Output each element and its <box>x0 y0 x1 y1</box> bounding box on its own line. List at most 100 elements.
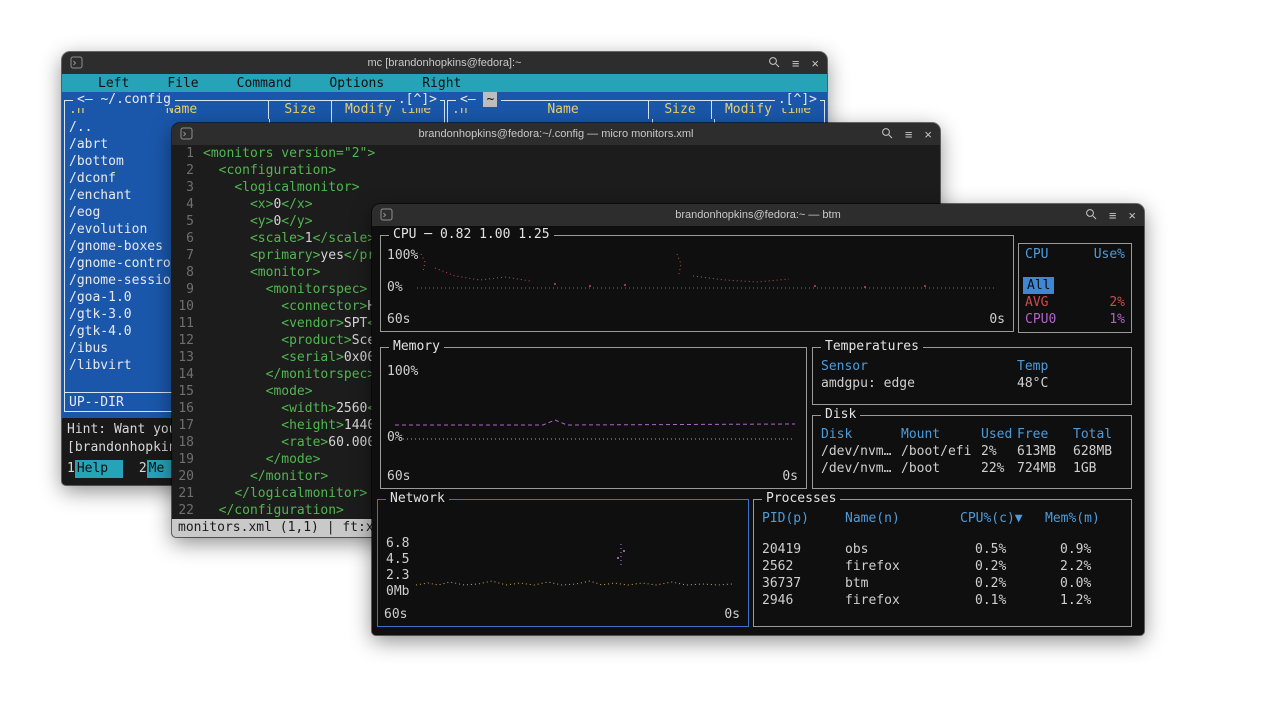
temperature-rows: amdgpu: edge48°C <box>813 375 1131 392</box>
line-number: 11 <box>172 315 194 332</box>
fkey-number: 1 <box>67 460 75 478</box>
cpu-legend-rows: AllAVG2%CPU01% <box>1019 277 1131 328</box>
column-header[interactable]: Total <box>1073 426 1123 443</box>
line-number: 3 <box>172 179 194 196</box>
line-number: 1 <box>172 145 194 162</box>
mc-titlebar[interactable]: mc [brandonhopkins@fedora]:~ ≡ × <box>62 52 827 74</box>
column-header[interactable]: Name(n) <box>845 510 960 527</box>
line-number: 18 <box>172 434 194 451</box>
axis-label: 0s <box>989 312 1005 327</box>
right-panel-corner[interactable]: .[^]> <box>775 92 820 108</box>
menu-item-command[interactable]: Command <box>237 76 292 91</box>
network-graph <box>382 506 740 598</box>
column-header[interactable]: CPU%(c)▼ <box>960 510 1045 527</box>
right-panel-columns: .n Name Size Modify time <box>448 101 824 119</box>
line-number: 8 <box>172 264 194 281</box>
column-header[interactable]: Free <box>1017 426 1073 443</box>
menu-item-left[interactable]: Left <box>98 76 129 91</box>
line-number: 15 <box>172 383 194 400</box>
menu-icon[interactable]: ≡ <box>905 128 913 141</box>
cpu-widget[interactable]: CPU ─ 0.82 1.00 1.25 100% 0% 60s 0s <box>380 235 1014 332</box>
line-number: 14 <box>172 366 194 383</box>
cpu-legend-row[interactable]: AVG2% <box>1019 294 1131 311</box>
menu-icon[interactable]: ≡ <box>1109 209 1117 222</box>
search-icon[interactable] <box>881 127 893 142</box>
process-row[interactable]: 2946firefox0.1%1.2% <box>754 592 1131 609</box>
disk-row[interactable]: /dev/nvm…/boot/efi2%613MB628MB <box>813 443 1131 460</box>
processes-header: PID(p)Name(n)CPU%(c)▼Mem%(m) <box>754 510 1131 527</box>
btm-titlebar[interactable]: brandonhopkins@fedora:~ — btm ≡ × <box>372 204 1144 226</box>
temperatures-header: Sensor Temp <box>813 358 1131 375</box>
search-icon[interactable] <box>1085 208 1097 223</box>
memory-title: Memory <box>389 339 444 355</box>
left-panel-path[interactable]: <— ~/.config <box>73 92 175 108</box>
active-path: ~ <box>483 92 497 107</box>
code-line[interactable]: 3 <logicalmonitor> <box>172 179 940 196</box>
cpu-legend-header: CPU Use% <box>1019 246 1131 263</box>
line-number: 16 <box>172 400 194 417</box>
process-row[interactable]: 2562firefox0.2%2.2% <box>754 558 1131 575</box>
column-header[interactable]: Mem%(m) <box>1045 510 1123 527</box>
menu-item-options[interactable]: Options <box>329 76 384 91</box>
disk-title: Disk <box>821 407 860 423</box>
disk-rows: /dev/nvm…/boot/efi2%613MB628MB/dev/nvm…/… <box>813 443 1131 477</box>
process-row[interactable]: 20419obs0.5%0.9% <box>754 541 1131 558</box>
fkey-button[interactable]: Help <box>75 460 123 478</box>
disk-widget[interactable]: Disk DiskMountUsedFreeTotal /dev/nvm…/bo… <box>812 415 1132 489</box>
search-icon[interactable] <box>768 56 780 71</box>
fkey-number: 2 <box>139 460 147 478</box>
close-icon[interactable]: × <box>1128 209 1136 222</box>
line-number: 12 <box>172 332 194 349</box>
axis-label: 60s <box>387 312 410 327</box>
column-header[interactable]: Used <box>981 426 1017 443</box>
column-name[interactable]: Name <box>478 101 648 119</box>
code-line[interactable]: 2 <configuration> <box>172 162 940 179</box>
line-number: 9 <box>172 281 194 298</box>
processes-widget[interactable]: Processes PID(p)Name(n)CPU%(c)▼Mem%(m) 2… <box>753 499 1132 627</box>
code-line[interactable]: 1<monitors version="2"> <box>172 145 940 162</box>
temperature-row[interactable]: amdgpu: edge48°C <box>813 375 1131 392</box>
micro-titlebar[interactable]: brandonhopkins@fedora:~/.config — micro … <box>172 123 940 145</box>
process-rows: 20419obs0.5%0.9%2562firefox0.2%2.2%36737… <box>754 541 1131 609</box>
cpu-legend[interactable]: CPU Use% AllAVG2%CPU01% <box>1018 243 1132 333</box>
close-icon[interactable]: × <box>811 57 819 70</box>
line-number: 7 <box>172 247 194 264</box>
network-widget[interactable]: Network 6.84.52.30Mb 60s 0s <box>377 499 749 627</box>
cpu-graph <box>385 246 1005 307</box>
line-number: 21 <box>172 485 194 502</box>
column-size[interactable]: Size <box>648 101 711 119</box>
cpu-legend-row[interactable]: All <box>1019 277 1131 294</box>
line-number: 2 <box>172 162 194 179</box>
memory-widget[interactable]: Memory 100% 0% 60s 0s <box>380 347 807 489</box>
line-number: 22 <box>172 502 194 519</box>
column-size[interactable]: Size <box>268 101 331 119</box>
line-number: 13 <box>172 349 194 366</box>
axis-label: 0s <box>782 469 798 484</box>
right-panel-path[interactable]: <— ~ <box>456 92 501 108</box>
close-icon[interactable]: × <box>924 128 932 141</box>
column-header[interactable]: PID(p) <box>762 510 845 527</box>
line-number: 17 <box>172 417 194 434</box>
window-title: brandonhopkins@fedora:~/.config — micro … <box>172 123 940 145</box>
cpu-title: CPU ─ 0.82 1.00 1.25 <box>389 227 554 243</box>
column-header[interactable]: Mount <box>901 426 981 443</box>
column-header[interactable]: Disk <box>821 426 901 443</box>
line-number: 5 <box>172 213 194 230</box>
btm-window: brandonhopkins@fedora:~ — btm ≡ × CPU ─ … <box>372 204 1144 635</box>
line-number: 10 <box>172 298 194 315</box>
left-panel-corner[interactable]: .[^]> <box>395 92 440 108</box>
axis-label: 60s <box>387 469 410 484</box>
menu-item-right[interactable]: Right <box>422 76 461 91</box>
btm-dashboard: CPU ─ 0.82 1.00 1.25 100% 0% 60s 0s CPU … <box>372 226 1144 635</box>
axis-label: 0s <box>724 607 740 622</box>
line-number: 19 <box>172 451 194 468</box>
memory-graph <box>385 358 802 462</box>
axis-label: 60s <box>384 607 407 622</box>
process-row[interactable]: 36737btm0.2%0.0% <box>754 575 1131 592</box>
cpu-legend-row[interactable]: CPU01% <box>1019 311 1131 328</box>
disk-row[interactable]: /dev/nvm…/boot22%724MB1GB <box>813 460 1131 477</box>
menu-item-file[interactable]: File <box>167 76 198 91</box>
processes-title: Processes <box>762 491 840 507</box>
menu-icon[interactable]: ≡ <box>792 57 800 70</box>
temperatures-widget[interactable]: Temperatures Sensor Temp amdgpu: edge48°… <box>812 347 1132 405</box>
